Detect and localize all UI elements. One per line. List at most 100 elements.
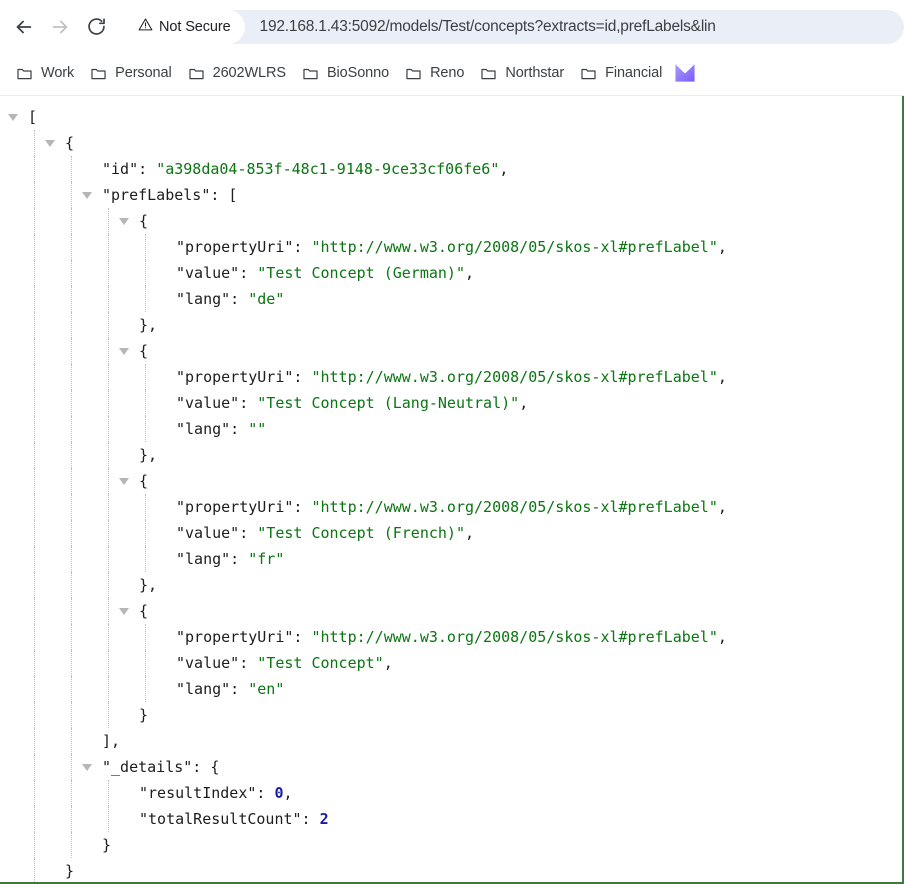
bookmark-label: Reno xyxy=(430,65,464,81)
indent-guide xyxy=(34,546,35,572)
bookmark-item[interactable]: BioSonno xyxy=(294,60,397,87)
json-line: "propertyUri": "http://www.w3.org/2008/0… xyxy=(0,494,904,520)
json-line: "value": "Test Concept (German)", xyxy=(0,260,904,286)
indent-guide xyxy=(145,494,146,520)
indent-guide xyxy=(34,780,35,806)
collapse-triangle-icon[interactable] xyxy=(119,348,129,355)
back-button[interactable] xyxy=(6,9,42,45)
json-line: [ xyxy=(0,104,904,130)
json-key: "totalResultCount": xyxy=(139,810,320,828)
folder-icon xyxy=(90,65,107,82)
indent-guide xyxy=(71,780,72,806)
json-line: { xyxy=(0,208,904,234)
indent-guide xyxy=(108,338,109,364)
collapse-triangle-icon[interactable] xyxy=(82,192,92,199)
json-line: }, xyxy=(0,442,904,468)
json-line: "value": "Test Concept", xyxy=(0,650,904,676)
json-number-value: 0 xyxy=(274,784,283,802)
indent-guide xyxy=(71,468,72,494)
collapse-triangle-icon[interactable] xyxy=(119,608,129,615)
json-key: "lang": xyxy=(176,550,248,568)
bookmark-item[interactable]: Reno xyxy=(397,60,472,87)
indent-guide xyxy=(108,442,109,468)
indent-guide xyxy=(145,416,146,442)
json-line: "propertyUri": "http://www.w3.org/2008/0… xyxy=(0,364,904,390)
collapse-triangle-icon[interactable] xyxy=(45,140,55,147)
security-status-label: Not Secure xyxy=(159,19,231,35)
json-line: }, xyxy=(0,312,904,338)
json-line: "_details": { xyxy=(0,754,904,780)
json-line: { xyxy=(0,130,904,156)
indent-guide xyxy=(145,650,146,676)
json-token: } xyxy=(102,836,111,854)
indent-guide xyxy=(34,754,35,780)
json-line-content: "propertyUri": "http://www.w3.org/2008/0… xyxy=(176,234,727,260)
indent-guide xyxy=(108,546,109,572)
indent-guide xyxy=(34,286,35,312)
indent-guide xyxy=(71,676,72,702)
bookmark-item[interactable]: Northstar xyxy=(472,60,572,87)
bookmark-item[interactable]: Financial xyxy=(572,60,670,87)
json-key: "propertyUri": xyxy=(176,368,311,386)
omnibox[interactable]: Not Secure 192.168.1.43:5092/models/Test… xyxy=(126,10,904,44)
json-line: } xyxy=(0,858,904,884)
collapse-triangle-icon[interactable] xyxy=(119,478,129,485)
json-key: "lang": xyxy=(176,420,248,438)
indent-guide xyxy=(71,234,72,260)
collapse-triangle-icon[interactable] xyxy=(8,114,18,121)
bookmarks-bar: Work Personal 2602WLRS xyxy=(0,53,904,93)
collapse-triangle-icon[interactable] xyxy=(119,218,129,225)
folder-icon xyxy=(188,65,205,82)
json-token: , xyxy=(499,160,508,178)
indent-guide xyxy=(71,390,72,416)
collapse-triangle-icon[interactable] xyxy=(82,764,92,771)
json-string-value: "de" xyxy=(248,290,284,308)
json-string-value: "Test Concept (German)" xyxy=(257,264,465,282)
indent-guide xyxy=(145,676,146,702)
indent-guide xyxy=(34,832,35,858)
json-line: "value": "Test Concept (Lang-Neutral)", xyxy=(0,390,904,416)
json-token: , xyxy=(384,654,393,672)
url-text[interactable]: 192.168.1.43:5092/models/Test/concepts?e… xyxy=(245,18,904,36)
indent-guide xyxy=(34,728,35,754)
indent-guide xyxy=(71,156,72,182)
bookmark-item[interactable]: Work xyxy=(8,60,82,87)
indent-guide xyxy=(71,260,72,286)
indent-guide xyxy=(71,754,72,780)
folder-icon xyxy=(16,65,33,82)
bookmark-item[interactable]: Personal xyxy=(82,60,179,87)
json-line: { xyxy=(0,598,904,624)
json-token: , xyxy=(718,628,727,646)
json-line-content: "value": "Test Concept (German)", xyxy=(176,260,474,286)
indent-guide xyxy=(71,598,72,624)
reload-button[interactable] xyxy=(78,9,114,45)
json-string-value: "http://www.w3.org/2008/05/skos-xl#prefL… xyxy=(311,368,717,386)
indent-guide xyxy=(108,260,109,286)
indent-guide xyxy=(108,468,109,494)
indent-guide xyxy=(108,650,109,676)
forward-button[interactable] xyxy=(42,9,78,45)
indent-guide xyxy=(34,520,35,546)
json-string-value: "fr" xyxy=(248,550,284,568)
json-token: } xyxy=(139,706,148,724)
folder-icon xyxy=(580,65,597,82)
indent-guide xyxy=(71,338,72,364)
security-status-chip[interactable]: Not Secure xyxy=(126,10,245,44)
json-line-content: "propertyUri": "http://www.w3.org/2008/0… xyxy=(176,364,727,390)
indent-guide xyxy=(108,494,109,520)
json-line-content: }, xyxy=(139,312,157,338)
json-string-value: "http://www.w3.org/2008/05/skos-xl#prefL… xyxy=(311,498,717,516)
indent-guide xyxy=(108,624,109,650)
indent-guide xyxy=(108,286,109,312)
json-token: }, xyxy=(139,446,157,464)
json-token: , xyxy=(519,394,528,412)
bookmark-item-favicon[interactable] xyxy=(670,58,704,88)
json-line-content: "propertyUri": "http://www.w3.org/2008/0… xyxy=(176,494,727,520)
json-line-content: { xyxy=(139,338,148,364)
json-token: , xyxy=(465,264,474,282)
bookmark-item[interactable]: 2602WLRS xyxy=(180,60,294,87)
indent-guide xyxy=(108,702,109,728)
indent-guide xyxy=(71,364,72,390)
json-string-value: "Test Concept" xyxy=(257,654,383,672)
bookmark-label: Personal xyxy=(115,65,171,81)
